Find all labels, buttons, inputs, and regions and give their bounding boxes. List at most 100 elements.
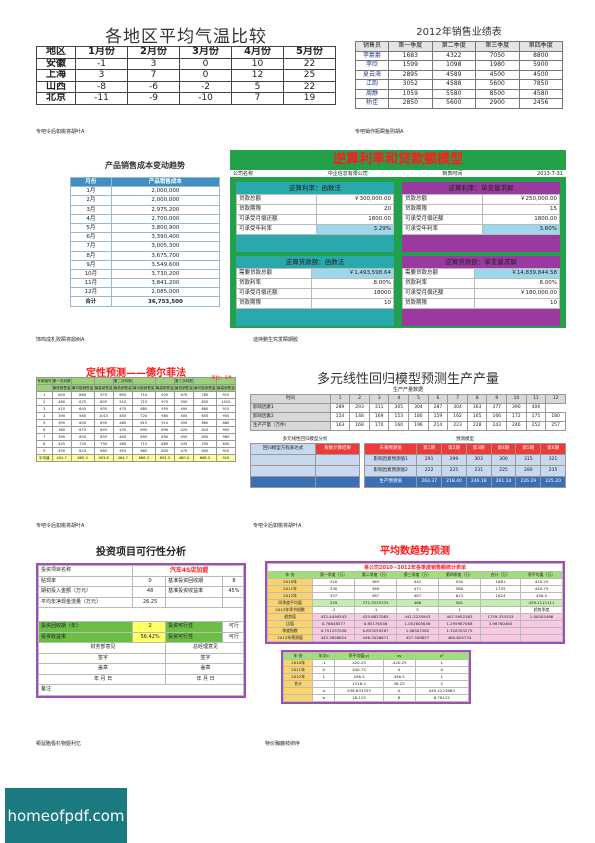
table-cell: 0 — [179, 57, 232, 70]
table-cell: 466 — [396, 599, 439, 607]
table-cell: 915 — [215, 405, 236, 413]
table-cell: 比值 — [266, 620, 314, 628]
table-cell: 450 — [51, 447, 72, 455]
info-label: 公司名称 — [233, 171, 254, 177]
table-cell: 289 — [329, 403, 351, 413]
table-cell: 56.42% — [132, 631, 167, 643]
table-cell: 435 — [173, 440, 194, 448]
table-row: 2011年 0 440.75 0 0 — [282, 666, 469, 674]
table-cell: 910 — [154, 419, 175, 427]
table-cell: 贷款总额 — [236, 194, 317, 205]
table-cell: 36,753,500 — [110, 296, 220, 307]
table-cell: 0 — [414, 666, 469, 674]
table-cell: -9 — [127, 92, 180, 105]
table-header-cell: 9 — [486, 394, 508, 404]
quad-rate-goalseek: 逆算利率：单变量求解 贷款总额 ￥250,000.00 贷款期限 15 可承受月偿还… — [402, 182, 561, 252]
unit-label: 单位：5件 — [211, 376, 232, 381]
table-cell: 8.00% — [474, 278, 560, 289]
section-title: 多元线性回归模型分析 — [282, 437, 328, 442]
table-row: 7月 3,005,300 — [70, 241, 220, 252]
table-cell: 665 — [131, 447, 156, 455]
table-cell: 445.2223863 — [414, 687, 469, 695]
table-row: 投资收益率 56.42% 投资可行性 可行 — [37, 631, 245, 643]
table-cell: 26.25 — [132, 596, 167, 608]
table-cell: 4 — [36, 412, 53, 420]
table-cell: 710 — [131, 391, 156, 399]
table-cell: 321 — [540, 454, 566, 466]
table-cell: 650 — [192, 398, 217, 406]
table-cell: 6月 — [70, 232, 112, 243]
table-cell: 471 — [396, 585, 439, 593]
table-cell: 合计 — [70, 296, 112, 307]
table-cell: -2 — [312, 606, 356, 614]
table-cell: 2011年 — [282, 666, 314, 674]
table-cell: 675 — [70, 426, 95, 434]
table-cell: 可行 — [221, 631, 245, 643]
table-cell: 780 — [192, 391, 217, 399]
table-cell: ￥300,000.00 — [315, 194, 395, 205]
table-cell: 330 — [312, 585, 356, 593]
table-cell: 560 — [70, 412, 95, 420]
table-cell: 890 — [154, 433, 175, 441]
table-cell: 影响因素预测值2 — [363, 465, 418, 477]
table-cell: 915 — [215, 391, 236, 399]
table-header-cell: 第二季度（万） — [354, 571, 398, 579]
panel-caption: 专吧令后如桃将胡叶A — [253, 523, 302, 529]
table-header-cell: 6 — [427, 394, 449, 404]
table-header-row: 年 份第一季度（万） 第二季度（万） 第三季度（万） 第四季度（万） 合计（万） 季平均值… — [266, 571, 563, 579]
table-cell: 8800 — [518, 50, 563, 61]
table-row: b 18.125 B 6.78125 — [282, 694, 469, 702]
table-header-row: 最低销售量 最可能销售量 最高销售量 最低销售量 最可能销售量 最高销售量 最低销售量 最可能… — [36, 384, 236, 392]
table-row: 可承受年利率 3.29% — [236, 224, 395, 235]
table-cell: 基准投资回收期 — [165, 575, 223, 587]
table-cell: 贷款利率 — [401, 278, 476, 289]
table-cell: 456.5 — [520, 592, 563, 600]
table-cell: 山西 — [36, 80, 77, 93]
table-cell: 总经理意见 — [165, 642, 244, 654]
table-row: 平均年净现金流量（万元） 26.25 — [37, 596, 245, 608]
table-cell: 159 — [427, 412, 449, 422]
table-cell: 730 — [70, 440, 95, 448]
table-row: 趋势值 432.4494543 435.6827083 441.2235943 447.… — [266, 613, 563, 621]
table-cell: 需要贷款总额 — [235, 268, 313, 279]
table-cell: a — [312, 687, 336, 695]
table-cell: 4500 — [475, 69, 520, 80]
table-cell: 9 — [36, 447, 53, 455]
table-cell: 605 — [70, 405, 95, 413]
table-cell: 955 — [154, 405, 175, 413]
table-cell: 合计 — [282, 680, 314, 688]
table-cell: 303 — [465, 454, 492, 466]
table-cell: 投资收益率 — [37, 631, 134, 643]
table-cell: 3 — [36, 405, 53, 413]
table-cell: 620 — [70, 447, 95, 455]
quad-title: 逆算贷款额：函数法 — [285, 258, 345, 266]
table-cell: 0 — [312, 666, 336, 674]
table-cell — [315, 465, 360, 477]
table-row: 10月 3,730,200 — [70, 268, 220, 280]
table-cell: -6 — [127, 80, 180, 93]
table-cell: 456.5 — [334, 673, 384, 681]
table-cell: 390 — [51, 412, 72, 420]
table-cell: 0.751257038 — [312, 627, 356, 635]
table-row: 江韵 3052 4588 5600 7850 — [355, 79, 563, 90]
table-row: 周静 1059 5580 8500 4580 — [355, 88, 563, 99]
table-cell — [479, 606, 522, 614]
table-cell: 222 — [416, 465, 443, 477]
table-row: 2013年季节指数 -2 -1 5 1 趋势季度 — [266, 606, 563, 614]
table-cell: 580 — [437, 585, 481, 593]
table-cell: 贴现率 — [37, 575, 134, 587]
table-row: 同季度平均值 329 372.3333333 466 581 439.1111111 — [266, 599, 563, 607]
table-cell — [221, 596, 245, 608]
table-cell: 贷款期限 — [235, 298, 313, 309]
panel-title: 定性预测——德尔菲法 — [86, 368, 186, 379]
table-cell: 第5期 — [515, 443, 542, 455]
table-cell: 446.3036671 — [354, 634, 398, 642]
table-cell: 48 — [132, 586, 167, 598]
sales-table: 销售员 第一季度 第二季度 第三季度 第四季度 李爵爵 1683 4322 7050 8… — [355, 41, 563, 109]
table-cell: 369 — [354, 585, 398, 593]
table-cell: 246.18 — [465, 476, 492, 488]
table-cell: ￥1,493,598.64 — [311, 268, 394, 279]
table-cell: 1.052605636 — [396, 620, 439, 628]
table-cell: 3,549,600 — [110, 259, 220, 270]
table-cell: -11 — [75, 92, 129, 105]
